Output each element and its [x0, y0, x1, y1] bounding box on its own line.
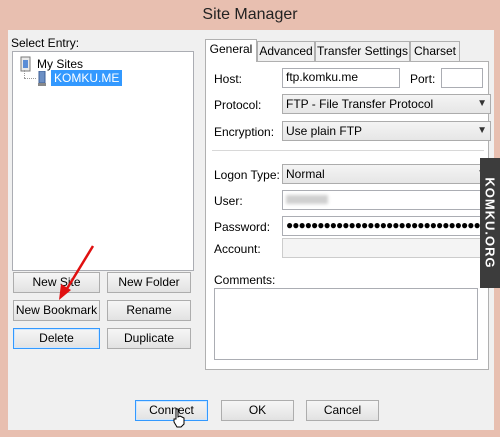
cancel-button[interactable]: Cancel — [306, 400, 379, 421]
comments-label: Comments: — [214, 273, 276, 287]
watermark-text: KOMKU.ORG — [482, 177, 498, 269]
encryption-value: Use plain FTP — [286, 124, 363, 138]
tab-advanced[interactable]: Advanced — [257, 41, 315, 61]
logon-type-label: Logon Type: — [214, 168, 280, 182]
watermark: KOMKU.ORG — [480, 158, 500, 288]
general-panel: Host: ftp.komku.me Port: Protocol: FTP -… — [205, 61, 491, 370]
new-folder-button[interactable]: New Folder — [107, 272, 191, 293]
select-entry-label: Select Entry: — [11, 36, 80, 50]
my-sites-label: My Sites — [37, 57, 84, 71]
protocol-select[interactable]: FTP - File Transfer Protocol ▼ — [282, 94, 491, 114]
account-label: Account: — [214, 242, 261, 256]
protocol-label: Protocol: — [214, 98, 262, 112]
password-input[interactable]: ●●●●●●●●●●●●●●●●●●●●●●●●●●●●●●●●●●●●●●●● — [282, 216, 491, 236]
duplicate-button[interactable]: Duplicate — [107, 328, 191, 349]
window-title: Site Manager — [202, 6, 298, 23]
site-manager-window: Site Manager Select Entry: My Sites KOMK… — [0, 0, 500, 437]
comments-textarea[interactable] — [214, 288, 478, 360]
chevron-down-icon: ▼ — [477, 125, 487, 136]
rename-button[interactable]: Rename — [107, 300, 191, 321]
tree-connector — [24, 78, 36, 80]
dialog-body: Select Entry: My Sites KOMKU.ME New Site — [8, 30, 494, 430]
site-label: KOMKU.ME — [51, 70, 123, 86]
hand-cursor-icon — [173, 408, 185, 428]
new-bookmark-button[interactable]: New Bookmark — [13, 300, 100, 321]
port-label: Port: — [410, 72, 436, 86]
tab-transfer-settings[interactable]: Transfer Settings — [315, 41, 410, 61]
divider — [212, 150, 484, 151]
tab-charset[interactable]: Charset — [410, 41, 460, 61]
server-icon — [38, 71, 46, 86]
encryption-select[interactable]: Use plain FTP ▼ — [282, 121, 491, 141]
delete-button[interactable]: Delete — [13, 328, 100, 349]
folder-icon — [20, 56, 31, 72]
host-label: Host: — [214, 72, 243, 86]
protocol-value: FTP - File Transfer Protocol — [286, 97, 434, 111]
user-input[interactable] — [282, 190, 491, 210]
host-input[interactable]: ftp.komku.me — [282, 68, 400, 88]
logon-type-value: Normal — [286, 167, 325, 181]
account-input — [282, 238, 491, 258]
ok-button[interactable]: OK — [221, 400, 294, 421]
password-label: Password: — [214, 220, 271, 234]
arrow-icon — [59, 245, 95, 300]
encryption-label: Encryption: — [214, 125, 275, 139]
tab-general[interactable]: General — [205, 39, 257, 62]
blurred-username — [286, 195, 328, 204]
site-tree[interactable]: My Sites KOMKU.ME — [12, 51, 194, 271]
tree-connector — [24, 70, 26, 78]
logon-type-select[interactable]: Normal ▼ — [282, 164, 491, 184]
user-label: User: — [214, 194, 243, 208]
chevron-down-icon: ▼ — [477, 98, 487, 109]
port-input[interactable] — [441, 68, 483, 88]
